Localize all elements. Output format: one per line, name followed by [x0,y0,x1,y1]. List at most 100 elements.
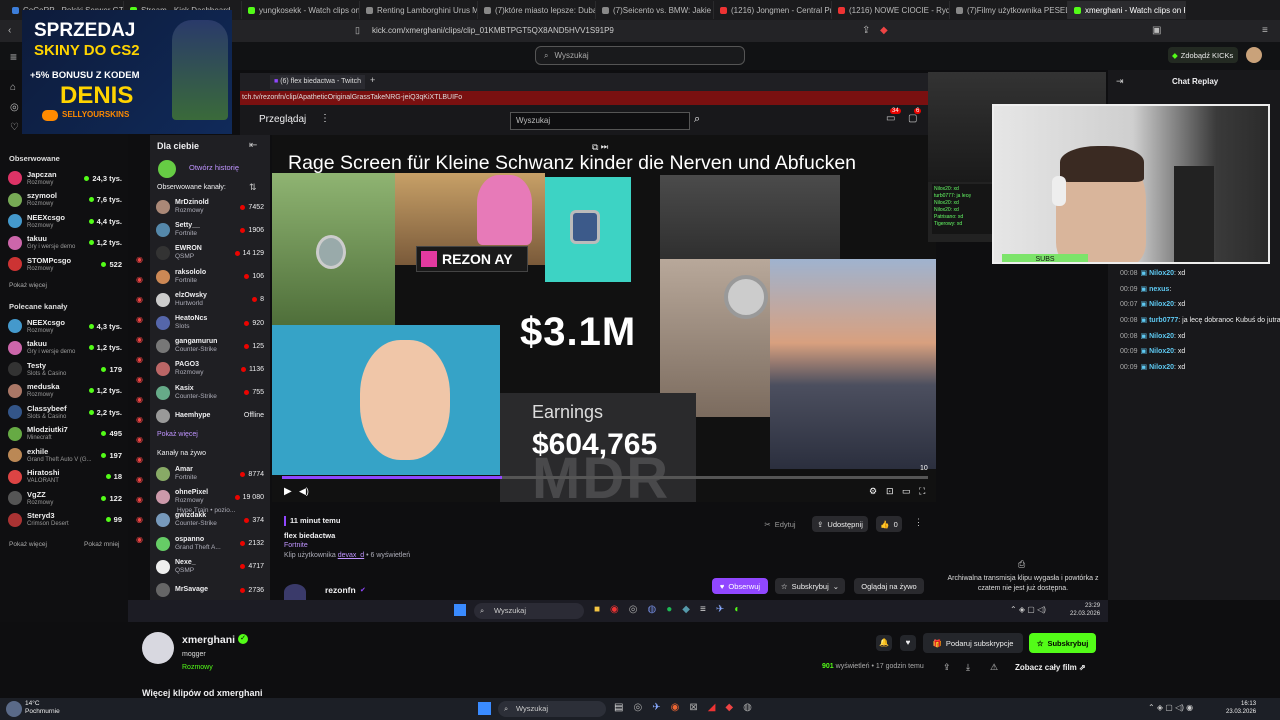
chat-username[interactable]: Nilox20 [1149,333,1174,340]
twitch-channel-row[interactable]: PAGO3 Rozmowy 1136 [156,357,264,381]
inner-taskbar-apps[interactable]: ■◉◎◍●◆≡✈◐ [594,604,750,615]
follow-heart-icon[interactable]: ♥ [900,635,916,651]
twitch-channel-row[interactable]: ohnePixel Rozmowy 19 080 [156,485,264,509]
twitch-channel-row[interactable]: gangamurun Counter-Strike 125 [156,334,264,358]
twitch-search-input[interactable]: Wyszukaj [510,112,690,130]
browser-tab[interactable]: (7)Seicento vs. BMW: Jakie auto k... [596,1,714,19]
settings-icon[interactable]: ⚙ [869,486,877,497]
kick-subscribe-button[interactable]: ☆ Subskrybuj [1029,633,1096,653]
kick-search-input[interactable]: ⌕ Wyszukaj [535,46,745,65]
tool-icon[interactable]: ◉ ◉ ◉ ◉ ◉ ◉ ◉ ◉ ◉ ◉ ◉ ◉ ◉ ◉ ◉ [136,250,146,550]
kick-channel-category[interactable]: Rozmowy [182,664,213,671]
twitch-channel-row[interactable]: Nexe_ QSMP 4717 [156,555,264,579]
twitch-channel-row[interactable]: Amar Fortnite 8774 [156,462,264,486]
chat-username[interactable]: Nilox20 [1149,348,1174,355]
sidebar-channel-row[interactable]: VgZZ Rozmowy 122 [8,486,122,510]
channel-avatar[interactable] [142,632,174,664]
chat-username[interactable]: Nilox20 [1149,301,1174,308]
more-icon[interactable]: ⋮ [320,113,330,124]
sidebar-channel-row[interactable]: Classybeef Slots & Casino 2,2 tys. [8,400,122,424]
twitch-browse[interactable]: Przeglądaj [259,114,306,125]
sidebar-channel-row[interactable]: exhile Grand Theft Auto V (G... 197 [8,443,122,467]
share-button[interactable]: ⇪ Udostępnij [812,516,868,532]
channel-name[interactable]: rezonfn [325,585,356,595]
show-more-followed[interactable]: Pokaż więcej [9,282,47,289]
browser-tab[interactable]: Renting Lamborghini Urus Miami [360,1,478,19]
browse-icon[interactable]: ◎ [10,102,19,113]
sort-icon[interactable]: ⇅ [249,182,257,193]
channel-avatar[interactable] [284,584,306,600]
volume-icon[interactable]: ◀) [299,486,309,497]
sidebar-channel-row[interactable]: Japczan Rozmowy 24,3 tys. [8,166,122,190]
sidebar-channel-row[interactable]: Steryd3 Crimson Desert 99 [8,508,122,532]
watch-live-button[interactable]: Oglądaj na żywo [854,578,924,594]
clip-game-link[interactable]: Fortnite [284,542,308,549]
user-avatar[interactable] [1246,47,1262,63]
home-icon[interactable]: ⌂ [10,82,16,93]
watch-full-button[interactable]: Zobacz cały film ⇗ [1015,663,1086,672]
edit-button[interactable]: ✂ Edytuj [760,516,800,532]
sidebar-channel-row[interactable]: takuu Gry i wersje demo 1,2 tys. [8,336,122,360]
sidebar-channel-row[interactable]: Testy Slots & Casino 179 [8,357,122,381]
follow-button[interactable]: ♥ Obserwuj [712,578,768,594]
hamburger-icon[interactable]: ≡ [10,50,17,64]
brave-shield-icon[interactable]: ◆ [880,25,888,36]
chat-username[interactable]: Nilox20 [1149,270,1174,277]
twitch-channel-row[interactable]: HeatoNcs Slots 920 [156,311,264,335]
windows-start-icon[interactable] [478,702,491,715]
clip-icon[interactable]: ⊡ [886,486,894,497]
sidebar-channel-row[interactable]: STOMPcsgo Rozmowy 522 [8,252,122,276]
twitch-channel-row[interactable]: elzOwsky Hurtworld 8 [156,288,264,312]
windows-start-icon[interactable] [454,604,466,616]
browser-tab[interactable]: yungkosekk - Watch clips on Kick [242,1,360,19]
twitch-channel-row[interactable]: raksololo Fortnite 106 [156,265,264,289]
download-icon[interactable]: ⤓ [966,662,970,673]
twitch-search-button-icon[interactable]: ⌕ [694,113,700,126]
weather-widget[interactable]: 14°C Pochmurnie [25,700,60,716]
new-tab-icon[interactable]: + [370,75,375,85]
twitch-channel-row[interactable]: ospanno Grand Theft A... 2132 [156,532,264,556]
report-icon[interactable]: ⚠ [990,662,998,673]
bookmark-icon[interactable]: ▯ [355,25,360,36]
back-icon[interactable]: ‹ [8,25,11,36]
inbox-icon[interactable]: ▭ [886,113,895,124]
chat-expand-icon[interactable]: ⇥ [1116,76,1124,87]
sidebar-channel-row[interactable]: szymool Rozmowy 7,6 tys. [8,188,122,212]
chat-username[interactable]: turb0777 [1149,317,1178,324]
fullscreen-icon[interactable]: ⛶ [919,486,925,497]
chat-username[interactable]: Nilox20 [1149,364,1174,371]
sidebar-channel-row[interactable]: Mlodziutki7 Minecraft 495 [8,422,122,446]
taskbar-apps[interactable]: ▤◎✈◉⊠◢◆◍ [614,702,762,713]
theatre-icon[interactable]: ▭ [902,486,911,497]
url-field[interactable]: kick.com/xmerghani/clips/clip_01KMBTPGT5… [372,23,912,39]
twitch-show-more[interactable]: Pokaż więcej [157,431,198,438]
sidebar-channel-row[interactable]: Hiratoshi VALORANT 18 [8,465,122,489]
kick-channel-name[interactable]: xmerghani [182,634,235,646]
clip-tools-icon[interactable]: ⧉ ⏭ [592,142,608,153]
extensions-icon[interactable]: ▣ [1152,25,1161,36]
twitch-channel-row[interactable]: MrDzinold Rozmowy 7452 [156,195,264,219]
browser-tab[interactable]: (1216) Jongmen - Central Prison O... [714,1,832,19]
twitch-channel-row[interactable]: Haemhype Offline [156,404,264,428]
get-kicks-button[interactable]: ◆ Zdobądź KICKs [1168,47,1238,63]
menu-icon[interactable]: ≡ [1262,25,1268,36]
browser-tab[interactable]: (7)Filmy użytkownika PESEL | ciekl... [950,1,1068,19]
browser-tab[interactable]: xmerghani - Watch clips on Kick [1068,1,1186,19]
twitch-channel-row[interactable]: MrSavage 2736 [156,578,264,602]
twitch-tab[interactable]: ■ (6) flex biedactwa - Twitch [270,75,365,89]
notifications-icon[interactable]: ▢ [908,113,917,124]
share-icon[interactable]: ⇪ [862,25,870,36]
browser-tab[interactable]: (1216) NOWE CIOCIE - Rydawami... [832,1,950,19]
sidebar-channel-row[interactable]: meduska Rozmowy 1,2 tys. [8,379,122,403]
sidebar-channel-row[interactable]: NEEXcsgo Rozmowy 4,3 tys. [8,314,122,338]
collapse-sidebar-icon[interactable]: ⇤ [249,140,257,151]
play-icon[interactable]: ▶ [284,486,292,497]
twitch-channel-row[interactable]: EWRON QSMP 14 129 [156,241,264,265]
browser-tab[interactable]: (7)które miasto lepsze: Dubaj czy... [478,1,596,19]
following-icon[interactable]: ♡ [10,122,19,133]
notification-bell-icon[interactable]: 🔔 [876,635,892,651]
show-less-recommended[interactable]: Pokaż mniej [84,541,119,548]
show-more-recommended[interactable]: Pokaż więcej [9,541,47,548]
clip-author-link[interactable]: devax_d [338,552,364,559]
gift-sub-button[interactable]: 🎁 Podaruj subskrypcje [923,633,1023,653]
